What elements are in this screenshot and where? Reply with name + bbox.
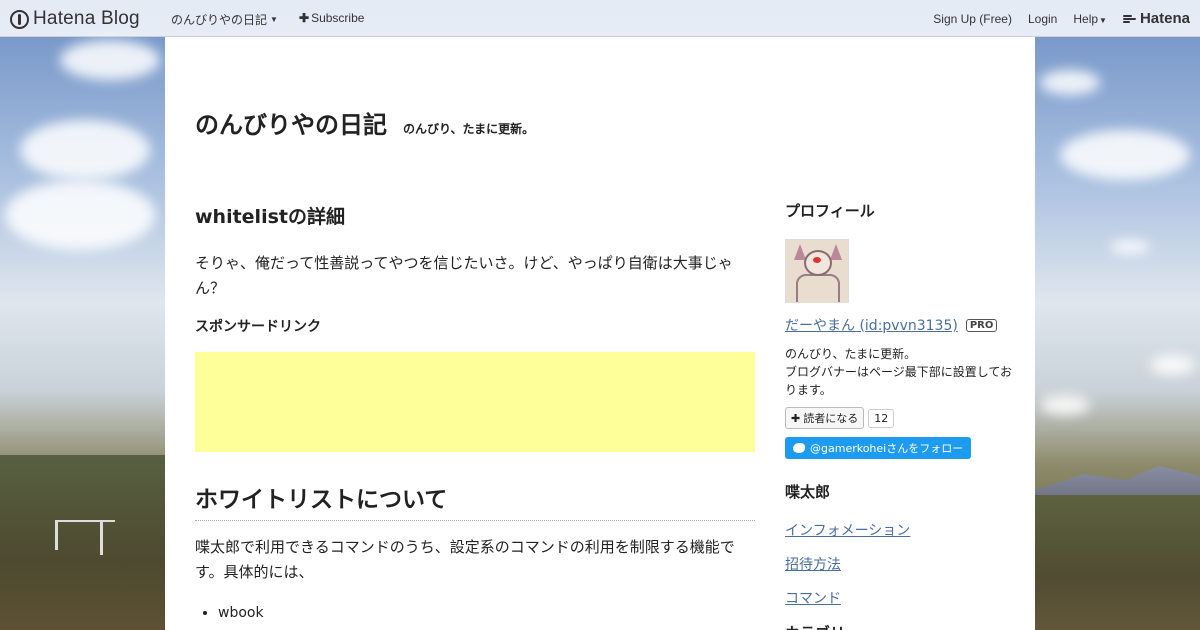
field-decoration [1035,495,1200,630]
avatar-eye [813,257,821,263]
caret-down-icon: ▼ [270,15,278,24]
plus-icon: ✚ [299,11,310,25]
cloud-decoration [20,120,150,180]
cloud-decoration [1150,355,1195,375]
hatena-pen-icon [10,9,29,29]
category-title: カテゴリー [785,622,1015,630]
header-right-menu: Sign Up (Free) Login Help▼ Hatena [933,10,1190,27]
ad-placeholder[interactable] [195,352,755,452]
sidebar-link-command[interactable]: コマンド [785,588,1015,608]
twitter-follow-button[interactable]: @gamerkoheiさんをフォロー [785,437,972,459]
content-area: のんびりやの日記 のんびり、たまに更新。 whitelistの詳細 そりゃ、俺だ… [165,37,1035,630]
entry-title[interactable]: whitelistの詳細 [195,202,755,229]
hatena-link[interactable]: Hatena [1122,10,1190,27]
cloud-decoration [1040,395,1090,415]
avatar[interactable] [785,239,849,303]
sidebar-link-invite[interactable]: 招待方法 [785,554,1015,574]
user-link[interactable]: だーやまん (id:pvvn3135) [785,315,958,335]
profile-title: プロフィール [785,202,875,220]
cloud-decoration [1110,240,1150,254]
sidebar-link-info[interactable]: インフォメーション [785,520,1015,540]
profile-desc-line: のんびり、たまに更新。 [785,347,917,361]
cloud-decoration [60,40,160,80]
blog-menu[interactable]: のんびりやの日記 ▼ [171,11,278,28]
fence-decoration [55,520,115,522]
subscribe-label: Subscribe [311,11,365,25]
blog-title[interactable]: のんびりやの日記 [195,105,387,140]
avatar-body [796,274,840,302]
hatena-logo-icon [1122,14,1136,24]
reader-row: ✚ 読者になる 12 [785,407,1015,429]
pro-badge: PRO [965,318,998,332]
user-line: だーやまん (id:pvvn3135) PRO [785,315,1015,335]
hatena-blog-logo[interactable]: Hatena Blog [10,8,140,30]
entry-intro: そりゃ、俺だって性善説ってやつを信じたいさ。けど、やっぱり自衛は大事じゃん？ [195,254,733,297]
subscribe-reader-button[interactable]: ✚ 読者になる [785,407,865,429]
command-list: wbook setconfig [218,600,755,630]
help-menu[interactable]: Help▼ [1073,12,1107,26]
sponsor-label: スポンサードリンク [195,319,321,335]
section-title: 喋太郎 [785,483,831,501]
profile-description: のんびり、たまに更新。 ブログバナーはページ最下部に設置しております。 [785,345,1015,399]
caret-down-icon: ▼ [1099,15,1107,25]
section-heading: ホワイトリストについて [195,480,755,521]
logo-text: Hatena Blog [33,8,140,29]
twitter-bird-icon [793,443,805,453]
cloud-decoration [1040,70,1100,95]
reader-button-label: 読者になる [803,412,859,425]
signup-link[interactable]: Sign Up (Free) [933,12,1012,26]
cloud-decoration [1060,130,1190,180]
fence-decoration [100,520,103,555]
twitter-follow-label: @gamerkoheiさんをフォロー [810,442,964,455]
list-item: setconfig [218,626,755,630]
subscribe-button[interactable]: ✚ Subscribe [299,11,364,25]
blog-menu-label: のんびりやの日記 [171,13,268,27]
blog-description: のんびり、たまに更新。 [403,122,535,136]
hatena-label: Hatena [1139,10,1190,27]
section-links: インフォメーション 招待方法 コマンド [785,520,1015,608]
profile-desc-line: ブログバナーはページ最下部に設置しております。 [785,365,1013,397]
reader-count: 12 [868,408,895,428]
list-item: wbook [218,600,755,626]
cloud-decoration [5,180,155,250]
field-decoration [0,455,165,630]
global-header: Hatena Blog のんびりやの日記 ▼ ✚ Subscribe Sign … [0,0,1200,37]
avatar-ear [830,244,842,260]
fence-decoration [55,520,58,550]
main-article: whitelistの詳細 そりゃ、俺だって性善説ってやつを信じたいさ。けど、やっ… [195,202,755,630]
blog-title-area: のんびりやの日記 のんびり、たまに更新。 [195,105,534,140]
sidebar: プロフィール だーやまん (id:pvvn3135) PRO のんびり、たまに更… [785,200,1015,630]
help-label: Help [1073,11,1099,26]
plus-icon: ✚ [791,411,801,425]
section-text: 喋太郎で利用できるコマンドのうち、設定系のコマンドの利用を制限する機能です。具体… [195,538,735,581]
login-link[interactable]: Login [1028,12,1057,26]
avatar-head [804,250,832,276]
